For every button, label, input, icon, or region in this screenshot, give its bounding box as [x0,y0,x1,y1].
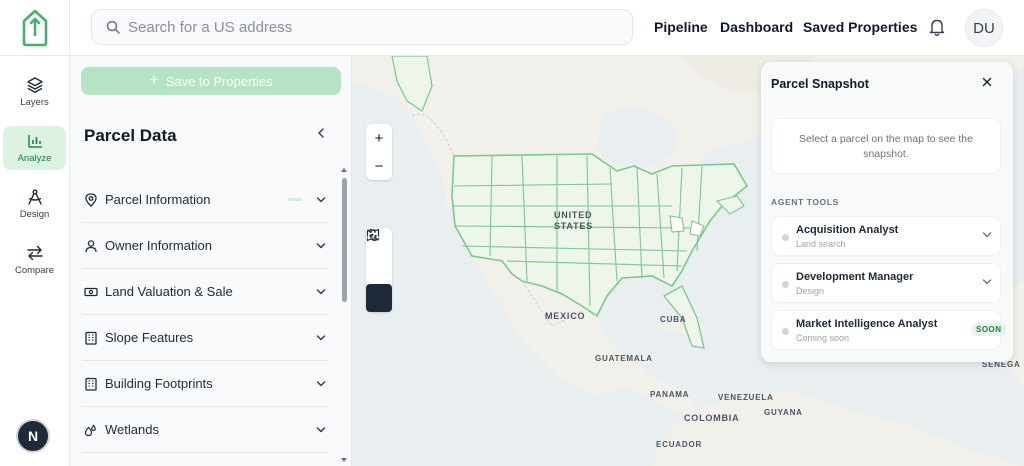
section-slope-features[interactable]: Slope Features [82,315,328,361]
status-dot [782,234,789,241]
rail-item-layers[interactable]: Layers [3,70,66,114]
map-label-colombia: COLOMBIA [684,413,740,423]
nav-dashboard[interactable]: Dashboard [720,19,793,35]
rail-item-analyze[interactable]: Analyze [3,126,66,170]
agent-acquisition-analyst[interactable]: Acquisition Analyst Land search [771,216,1001,256]
agent-development-manager[interactable]: Development Manager Design [771,263,1001,303]
chevron-down-icon [982,279,992,285]
plus-icon: + [149,72,159,89]
layers-icon [26,77,43,93]
map-label-venezuela: VENEZUELA [718,393,774,402]
gauge-button[interactable] [366,232,392,312]
section-land-valuation-sale[interactable]: Land Valuation & Sale [82,269,328,315]
chevron-left-icon[interactable] [316,127,326,139]
zoom-in-button[interactable]: + [366,124,392,152]
agent-subtitle: Land search [796,239,846,249]
map-label-guatemala: GUATEMALA [595,354,653,363]
section-parcel-information[interactable]: Parcel Information [82,177,328,223]
status-dot [782,328,789,335]
bell-icon[interactable] [928,17,946,37]
map-label-panama: PANAMA [650,390,690,399]
rail-label: Design [19,209,50,220]
map-label-guyana: GUYANA [764,408,803,417]
agent-name: Development Manager [796,271,914,283]
section-label: Slope Features [105,330,194,345]
scrollbar-thumb[interactable] [342,178,347,302]
address-search[interactable] [91,9,633,45]
chevron-down-icon [982,232,992,238]
building-icon [82,377,100,391]
map-label-usa: UNITED [554,210,593,220]
parcel-data-panel: + Save to Properties Parcel Data Parcel … [70,56,352,466]
status-dot [782,281,789,288]
section-label: Parcel Information [105,192,211,207]
house-logo-icon [22,9,47,47]
chevron-down-icon [314,196,328,204]
nav-saved-properties[interactable]: Saved Properties [803,19,917,35]
user-avatar[interactable]: DU [965,9,1003,47]
zoom-controls: + − [366,124,392,180]
loading-indicator [288,198,302,201]
building-icon [82,331,100,345]
agent-subtitle: Design [796,286,825,296]
agent-subtitle: Coming soon [796,333,850,343]
left-rail: Layers Analyze Design Compare N [0,56,70,466]
soon-badge: SOON [972,323,1006,336]
chevron-down-icon [314,380,328,388]
agent-market-intelligence-analyst[interactable]: Market Intelligence Analyst Coming soon … [771,310,1006,350]
user-icon [82,239,100,253]
chevron-down-icon [314,242,328,250]
zoom-out-button[interactable]: − [366,152,392,180]
chevron-down-icon [314,334,328,342]
top-bar: Pipeline Dashboard Saved Properties DU [0,0,1024,56]
scroll-down-arrow-icon[interactable] [340,456,348,464]
app-logo[interactable] [0,0,70,56]
section-label: Land Valuation & Sale [105,284,233,299]
droplets-icon [82,423,100,437]
snapshot-empty-message: Select a parcel on the map to see the sn… [771,118,1001,174]
n-badge[interactable]: N [16,419,50,453]
map-pin-icon [82,192,100,207]
close-icon[interactable] [981,76,993,88]
section-label: Wetlands [105,422,159,437]
nav-pipeline[interactable]: Pipeline [654,19,708,35]
map-label-ecuador: ECUADOR [656,440,703,449]
agent-name: Acquisition Analyst [796,224,899,236]
compass-icon [27,189,42,205]
snapshot-title: Parcel Snapshot [771,77,869,91]
banknote-icon [82,285,100,299]
pin-off-button[interactable] [366,229,392,284]
map-label-mexico: MEXICO [545,311,586,321]
scroll-up-arrow-icon[interactable] [340,166,348,174]
bar-chart-icon [27,135,42,148]
parcel-snapshot-card: Parcel Snapshot Select a parcel on the m… [761,62,1013,362]
panel-title: Parcel Data [84,126,177,145]
search-icon [106,20,120,34]
map-tool-controls [366,228,392,312]
save-label: Save to Properties [165,73,273,89]
rail-item-compare[interactable]: Compare [3,238,66,282]
chevron-down-icon [314,426,328,434]
map-label-cuba: CUBA [660,315,687,324]
section-label: Building Footprints [105,376,213,391]
map-label-usa: STATES [554,221,593,231]
chevron-down-icon [314,288,328,296]
swap-arrows-icon [26,245,43,261]
rail-item-design[interactable]: Design [3,182,66,226]
agent-name: Market Intelligence Analyst [796,318,938,330]
save-to-properties-button[interactable]: + Save to Properties [81,67,341,95]
section-owner-information[interactable]: Owner Information [82,223,328,269]
rail-label: Analyze [17,153,52,164]
south-america [652,391,1024,466]
search-input[interactable] [128,18,608,36]
section-label: Owner Information [105,238,212,253]
agent-tools-heading: AGENT TOOLS [771,197,839,207]
rail-label: Layers [20,97,49,108]
section-building-footprints[interactable]: Building Footprints [82,361,328,407]
section-wetlands[interactable]: Wetlands [82,407,328,453]
gauge-icon [367,232,379,239]
rail-label: Compare [14,265,55,276]
